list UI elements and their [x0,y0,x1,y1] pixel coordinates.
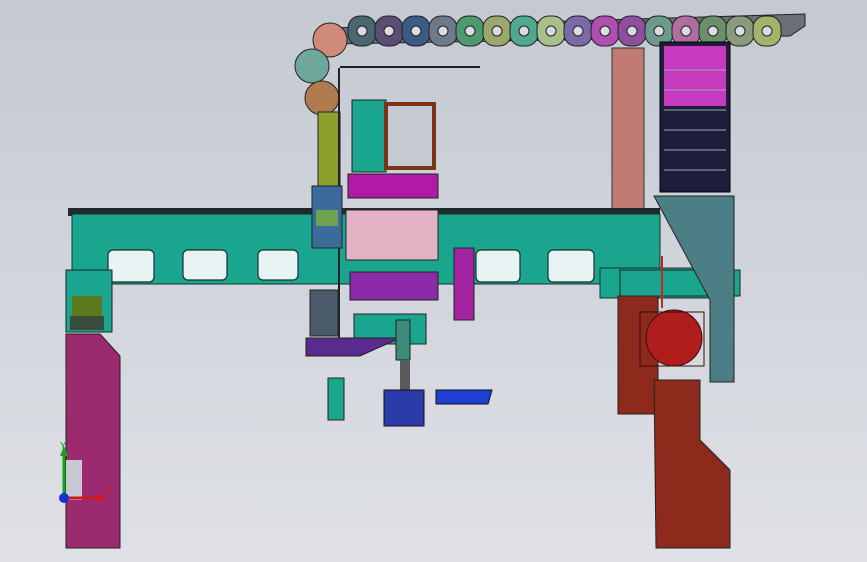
chain-link-pin [464,25,476,37]
cad-viewport[interactable]: Y X [0,0,867,562]
y-axis-label: Y [60,441,67,452]
chain-link-pin [734,25,746,37]
chain-link [294,48,330,84]
chain-link-pin [707,25,719,37]
chain-link-pin [599,25,611,37]
chain-link-pin [518,25,530,37]
chain-link-pin [761,25,773,37]
chain-link [304,80,340,116]
left-leg[interactable] [65,269,121,549]
chain-support-post [611,47,645,211]
chain-link-pin [653,25,665,37]
chain-guard [659,41,731,193]
chain-link-pin [437,25,449,37]
servo-motor [645,309,703,367]
chain-link-pin [680,25,692,37]
chain-link-pin [356,25,368,37]
chain-link-pin [383,25,395,37]
chain-link-pin [410,25,422,37]
chain-link-pin [572,25,584,37]
x-axis-label: X [104,486,111,497]
chain-link-pin [491,25,503,37]
chain-link-pin [545,25,557,37]
assembly-model[interactable] [0,0,867,562]
chain-link-pin [626,25,638,37]
